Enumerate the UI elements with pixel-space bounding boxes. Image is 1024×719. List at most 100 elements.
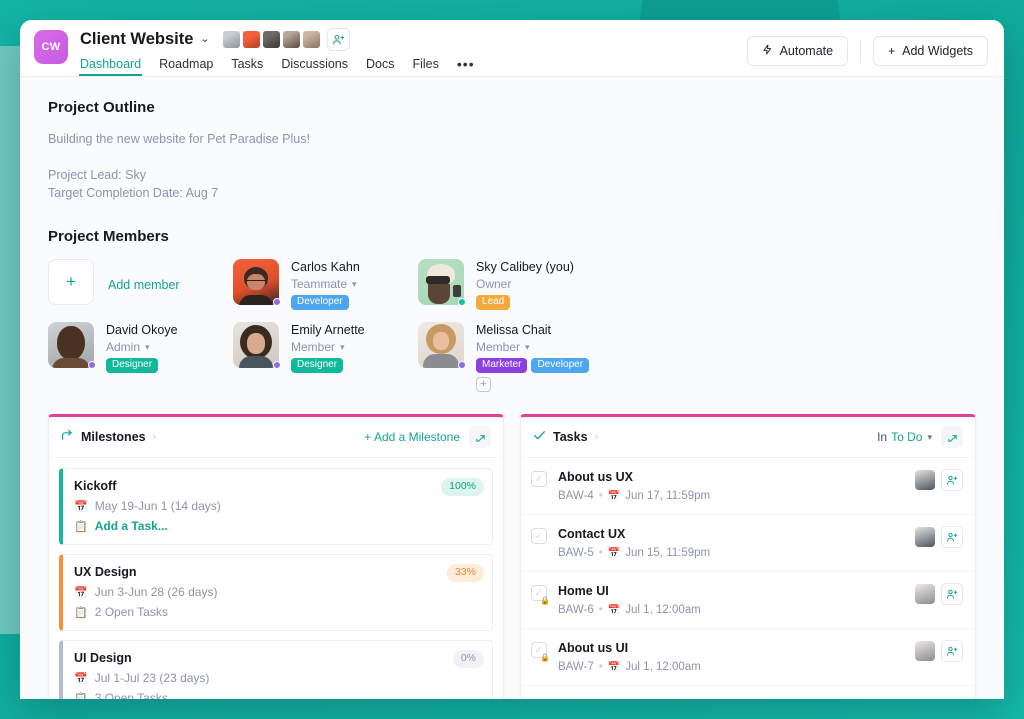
milestones-panel-header: Milestones › + Add a Milestone: [49, 417, 503, 458]
task-meta: BAW-4 • 📅 Jun 17, 11:59pm: [558, 490, 915, 502]
member-role[interactable]: Teammate ▾: [291, 277, 360, 291]
milestone-open-tasks[interactable]: 📋 3 Open Tasks: [74, 691, 480, 699]
tab-tasks[interactable]: Tasks: [231, 57, 263, 76]
milestone-card[interactable]: UX Design 📅 Jun 3-Jun 28 (26 days) 📋 2 O…: [59, 554, 493, 631]
more-tabs-icon[interactable]: •••: [457, 56, 475, 77]
add-new-task-button[interactable]: + Add a new task...: [521, 686, 975, 699]
header-avatar-group[interactable]: [221, 28, 350, 51]
avatar[interactable]: [241, 30, 261, 49]
task-row[interactable]: ✓ 🔒 About us UI BAW-7 • 📅 Jul 1, 12:00am: [521, 629, 975, 686]
person-add-icon[interactable]: [326, 28, 350, 51]
calendar-icon: 📅: [607, 547, 621, 559]
milestone-open-tasks[interactable]: 📋 2 Open Tasks: [74, 605, 480, 619]
task-info: Home UI BAW-6 • 📅 Jul 1, 12:00am: [558, 584, 915, 616]
task-name: Contact UX: [558, 527, 626, 541]
tab-discussions[interactable]: Discussions: [281, 57, 348, 76]
member-card[interactable]: Sky Calibey (you) Owner Lead: [418, 259, 603, 310]
add-widgets-button[interactable]: + Add Widgets: [873, 36, 988, 66]
member-info: Carlos Kahn Teammate ▾ Developer: [291, 259, 360, 310]
assign-person-icon[interactable]: [941, 583, 963, 605]
member-tag[interactable]: Marketer: [476, 358, 528, 373]
avatar[interactable]: [915, 641, 935, 661]
status-dot: [273, 361, 281, 369]
member-tags: Designer: [291, 358, 365, 373]
member-role[interactable]: Admin ▾: [106, 340, 178, 354]
avatar[interactable]: [261, 30, 281, 49]
member-card[interactable]: Melissa Chait Member ▾ Marketer Develope…: [418, 322, 603, 392]
plus-icon: +: [888, 44, 896, 58]
milestones-list[interactable]: Kickoff 📅 May 19-Jun 1 (14 days) 📋 Add a…: [49, 458, 503, 699]
assign-person-icon[interactable]: [941, 526, 963, 548]
avatar[interactable]: [915, 470, 935, 490]
calendar-icon: 📅: [607, 604, 621, 616]
tasks-list[interactable]: ✓ About us UX BAW-4 • 📅 Jun 17, 11:59pm: [521, 458, 975, 699]
task-due-date: Jun 15, 11:59pm: [625, 547, 711, 559]
avatar[interactable]: [221, 30, 241, 49]
tab-roadmap[interactable]: Roadmap: [159, 57, 213, 76]
task-checkbox[interactable]: ✓ 🔒: [531, 585, 550, 605]
tab-dashboard[interactable]: Dashboard: [78, 57, 143, 76]
add-member-button[interactable]: + Add member: [48, 259, 233, 310]
avatar[interactable]: [915, 527, 935, 547]
avatar[interactable]: [915, 584, 935, 604]
project-lead: Project Lead: Sky: [48, 168, 146, 182]
member-card[interactable]: David Okoye Admin ▾ Designer: [48, 322, 233, 392]
avatar[interactable]: [281, 30, 301, 49]
task-actions: [915, 583, 963, 605]
member-tag[interactable]: Designer: [291, 358, 344, 373]
add-tag-icon[interactable]: +: [476, 377, 491, 392]
member-name: Emily Arnette: [291, 323, 365, 337]
chevron-down-icon[interactable]: ▾: [927, 432, 932, 443]
member-role[interactable]: Member ▾: [476, 340, 589, 354]
tasks-filter-value[interactable]: To Do: [891, 430, 922, 444]
task-actions: [915, 469, 963, 491]
tasks-panel-header: Tasks › In To Do ▾: [521, 417, 975, 458]
member-role-label: Teammate: [291, 277, 348, 291]
member-name: Sky Calibey (you): [476, 260, 574, 274]
task-row[interactable]: ✓ 🔒 Home UI BAW-6 • 📅 Jul 1, 12:00am: [521, 572, 975, 629]
member-role[interactable]: Member ▾: [291, 340, 365, 354]
member-tag[interactable]: Lead: [476, 295, 511, 310]
widgets-row: Milestones › + Add a Milestone Kickoff 📅: [48, 414, 976, 699]
member-card[interactable]: Carlos Kahn Teammate ▾ Developer: [233, 259, 418, 310]
automate-button[interactable]: Automate: [746, 36, 849, 66]
milestone-card[interactable]: UI Design 📅 Jul 1-Jul 23 (23 days) 📋 3 O…: [59, 640, 493, 699]
breadcrumb-arrow-icon: ›: [594, 431, 599, 443]
task-row[interactable]: ✓ Contact UX BAW-5 • 📅 Jun 15, 11:59pm: [521, 515, 975, 572]
task-checkbox[interactable]: ✓: [531, 471, 547, 487]
add-milestone-button[interactable]: + Add a Milestone: [364, 430, 460, 444]
member-tags: Designer: [106, 358, 178, 373]
task-name: About us UX: [558, 470, 633, 484]
chevron-down-icon: ▾: [352, 278, 357, 289]
milestone-dates-label: Jun 3-Jun 28 (26 days): [94, 585, 218, 599]
calendar-icon: 📅: [74, 586, 88, 599]
chevron-down-icon[interactable]: ⌄: [200, 34, 209, 45]
milestone-add-task[interactable]: 📋 Add a Task...: [74, 519, 480, 533]
expand-icon[interactable]: [469, 426, 491, 448]
tab-docs[interactable]: Docs: [366, 57, 394, 76]
assign-person-icon[interactable]: [941, 469, 963, 491]
expand-icon[interactable]: [941, 426, 963, 448]
milestones-panel-actions: + Add a Milestone: [364, 426, 491, 448]
assign-person-icon[interactable]: [941, 640, 963, 662]
calendar-icon: 📅: [607, 490, 621, 502]
task-checkbox[interactable]: ✓: [531, 528, 547, 544]
task-row[interactable]: ✓ About us UX BAW-4 • 📅 Jun 17, 11:59pm: [521, 458, 975, 515]
member-tag[interactable]: Developer: [291, 295, 349, 310]
milestone-name: UI Design: [74, 651, 132, 665]
meta-separator: •: [598, 547, 603, 559]
app-window: CW Client Website ⌄ Dashboard Roadmap Ta…: [20, 20, 1004, 699]
member-card[interactable]: Emily Arnette Member ▾ Designer: [233, 322, 418, 392]
member-tag[interactable]: Developer: [531, 358, 590, 373]
task-id: BAW-6: [558, 604, 594, 616]
task-checkbox[interactable]: ✓ 🔒: [531, 642, 550, 662]
status-dot: [88, 361, 96, 369]
tab-files[interactable]: Files: [412, 57, 438, 76]
project-logo: CW: [34, 30, 68, 64]
member-tag[interactable]: Designer: [106, 358, 159, 373]
task-id: BAW-5: [558, 547, 594, 559]
header-actions: Automate + Add Widgets: [746, 36, 988, 66]
milestone-card[interactable]: Kickoff 📅 May 19-Jun 1 (14 days) 📋 Add a…: [59, 468, 493, 545]
meta-separator: •: [598, 490, 603, 502]
avatar[interactable]: [301, 30, 321, 49]
